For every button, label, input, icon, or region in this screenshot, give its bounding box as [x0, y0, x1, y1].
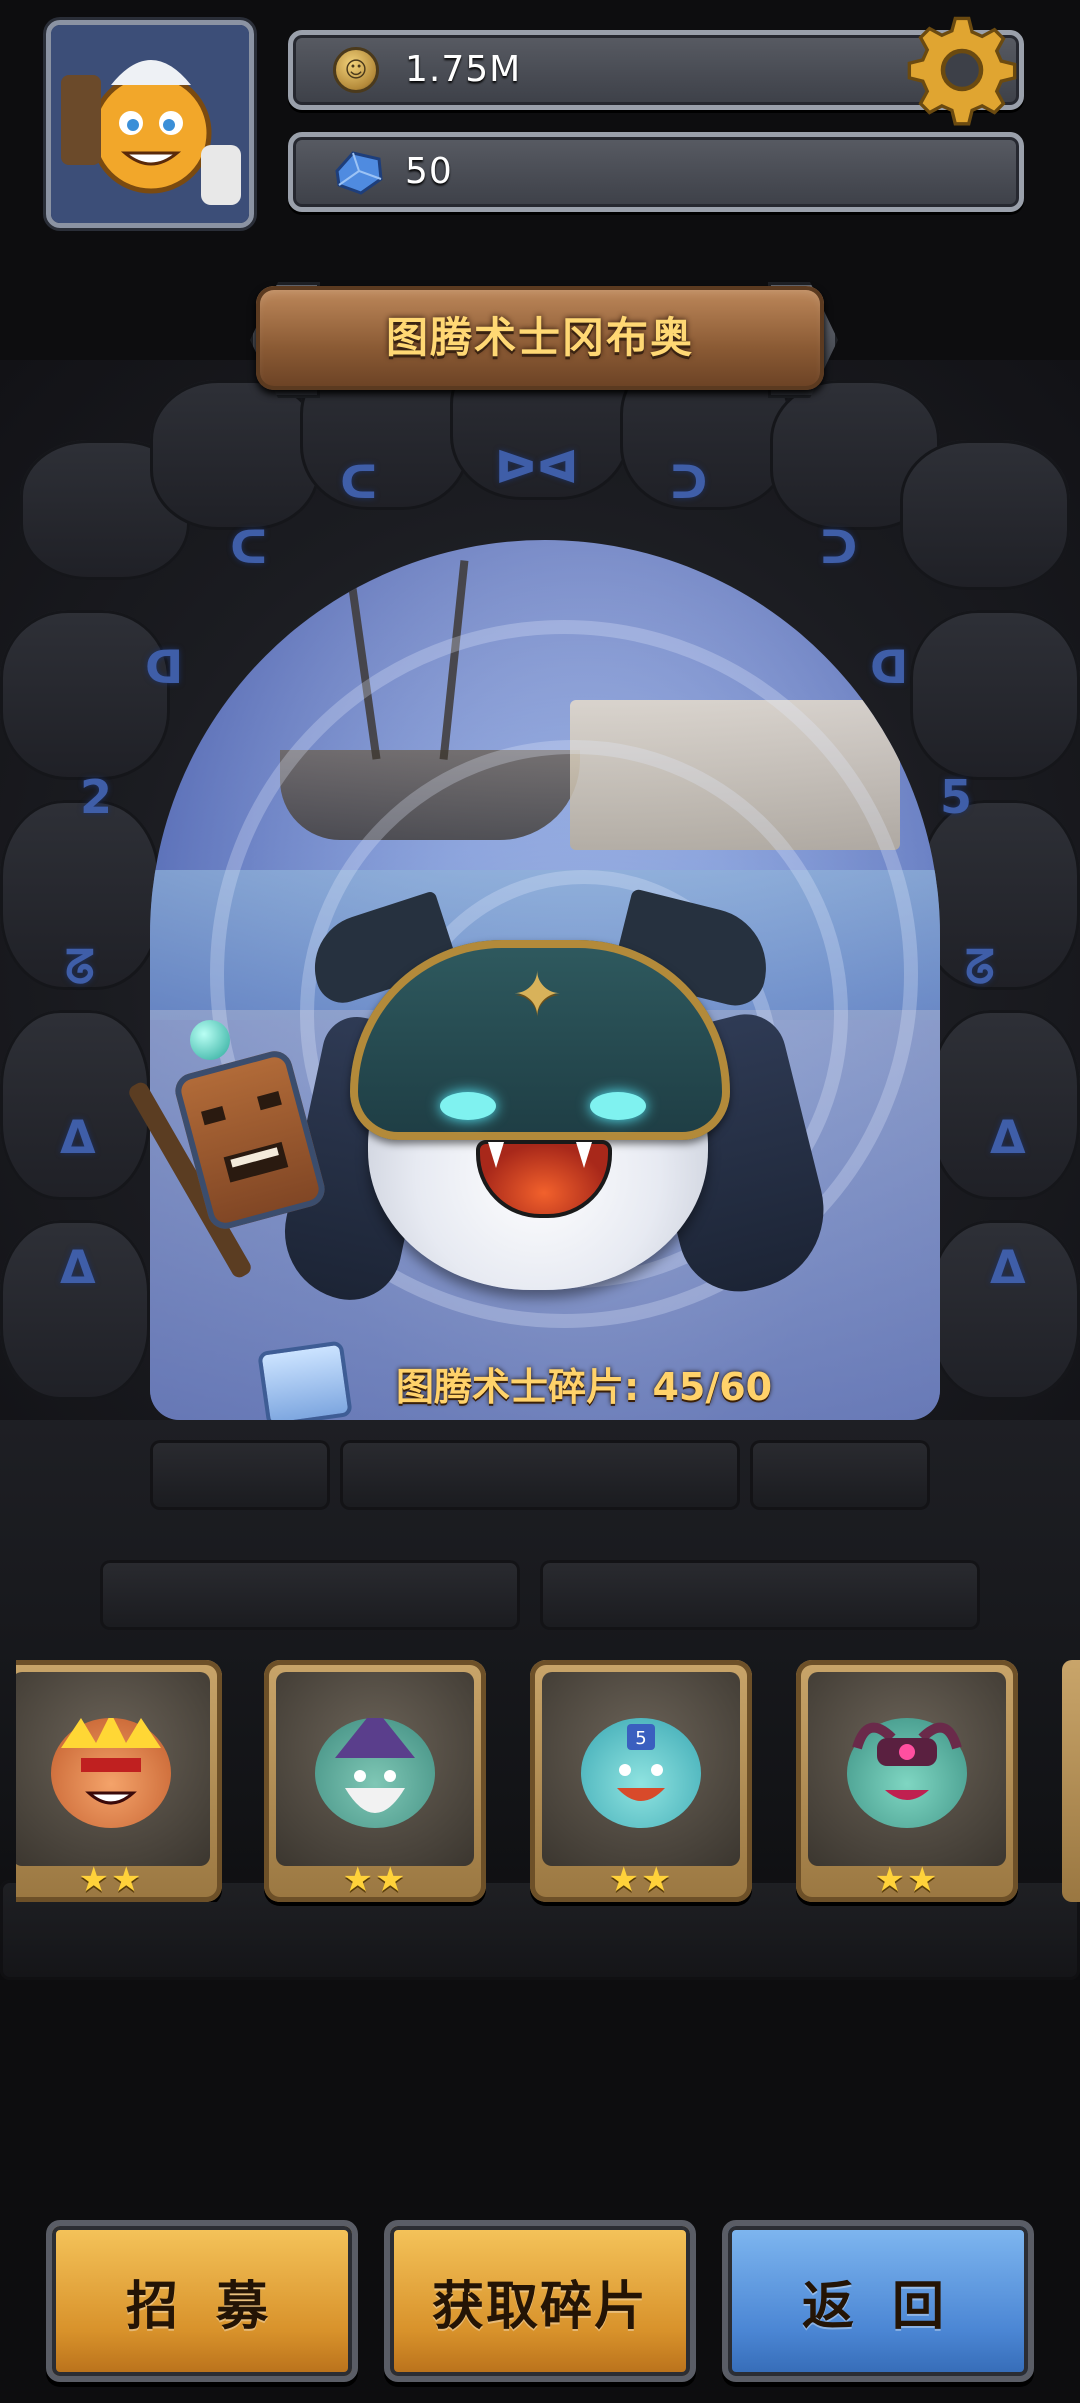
hero-card-demon[interactable]: ★★ [796, 1660, 1018, 1902]
spiky-hero-icon [51, 1712, 171, 1828]
hero-card-spiky[interactable]: ★★ [16, 1660, 222, 1902]
puzzle-shard-icon [257, 1340, 353, 1428]
back-button[interactable]: 返 回 [722, 2220, 1034, 2382]
avatar-character-icon [51, 25, 249, 223]
demon-hero-icon [847, 1717, 967, 1828]
card-stars: ★★ [608, 1860, 674, 1900]
hero-card-wizard[interactable]: ★★ [264, 1660, 486, 1902]
hero-eye-right [590, 1092, 646, 1120]
player-avatar[interactable] [46, 20, 254, 228]
hero-eye-left [440, 1092, 496, 1120]
get-shards-button[interactable]: 获取碎片 [384, 2220, 696, 2382]
card-stars: ★★ [874, 1860, 940, 1900]
hero-name-title: 图腾术士冈布奥 [385, 313, 694, 362]
staff-orb [190, 1020, 230, 1060]
gem-bar: 50 [288, 132, 1024, 212]
torch-hero-icon: 5 [581, 1717, 701, 1828]
hero-card-torch[interactable]: 5 ★★ [530, 1660, 752, 1902]
shard-count: 45/60 [652, 1365, 773, 1409]
recruit-button[interactable]: 招 募 [46, 2220, 358, 2382]
back-button-label: 返 回 [801, 2276, 955, 2337]
card-stars: ★★ [342, 1860, 408, 1900]
card-stars: ★★ [78, 1860, 144, 1900]
coin-amount: 1.75M [405, 49, 522, 90]
gem-icon [335, 151, 383, 195]
helmet-star-icon: ✦ [512, 960, 563, 1030]
settings-gear-icon[interactable] [906, 14, 1018, 126]
shard-progress-label: 图腾术士碎片: 45/60 [396, 1365, 773, 1409]
gem-amount: 50 [405, 151, 453, 192]
coin-icon: ☺ [333, 47, 379, 93]
wizard-hero-icon [315, 1707, 435, 1828]
recruit-button-label: 招 募 [125, 2276, 279, 2337]
svg-text:5: 5 [635, 1728, 646, 1749]
hero-card-partial[interactable] [1062, 1660, 1080, 1902]
get-shards-button-label: 获取碎片 [431, 2276, 648, 2337]
